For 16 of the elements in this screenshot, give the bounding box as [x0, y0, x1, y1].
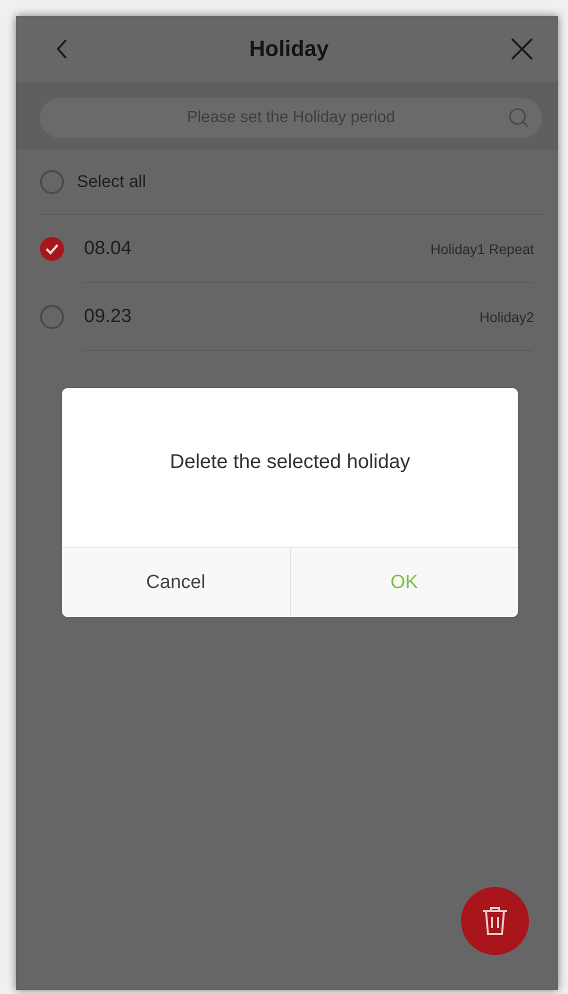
close-icon[interactable]	[510, 37, 534, 61]
holiday-date: 09.23	[84, 306, 132, 328]
checkbox[interactable]	[40, 170, 64, 194]
holiday-name: Holiday1 Repeat	[430, 241, 534, 257]
holiday-name: Holiday2	[480, 309, 534, 325]
check-icon	[45, 243, 59, 255]
select-all-label: Select all	[77, 172, 146, 192]
checkbox[interactable]	[40, 305, 64, 329]
checkbox[interactable]	[40, 237, 64, 261]
screen-title: Holiday	[249, 36, 329, 62]
cancel-button[interactable]: Cancel	[62, 548, 290, 617]
trash-icon	[482, 906, 508, 936]
holiday-date: 08.04	[84, 238, 132, 260]
back-icon[interactable]	[56, 38, 68, 60]
search-icon[interactable]	[508, 107, 530, 129]
dialog-message: Delete the selected holiday	[170, 451, 410, 474]
